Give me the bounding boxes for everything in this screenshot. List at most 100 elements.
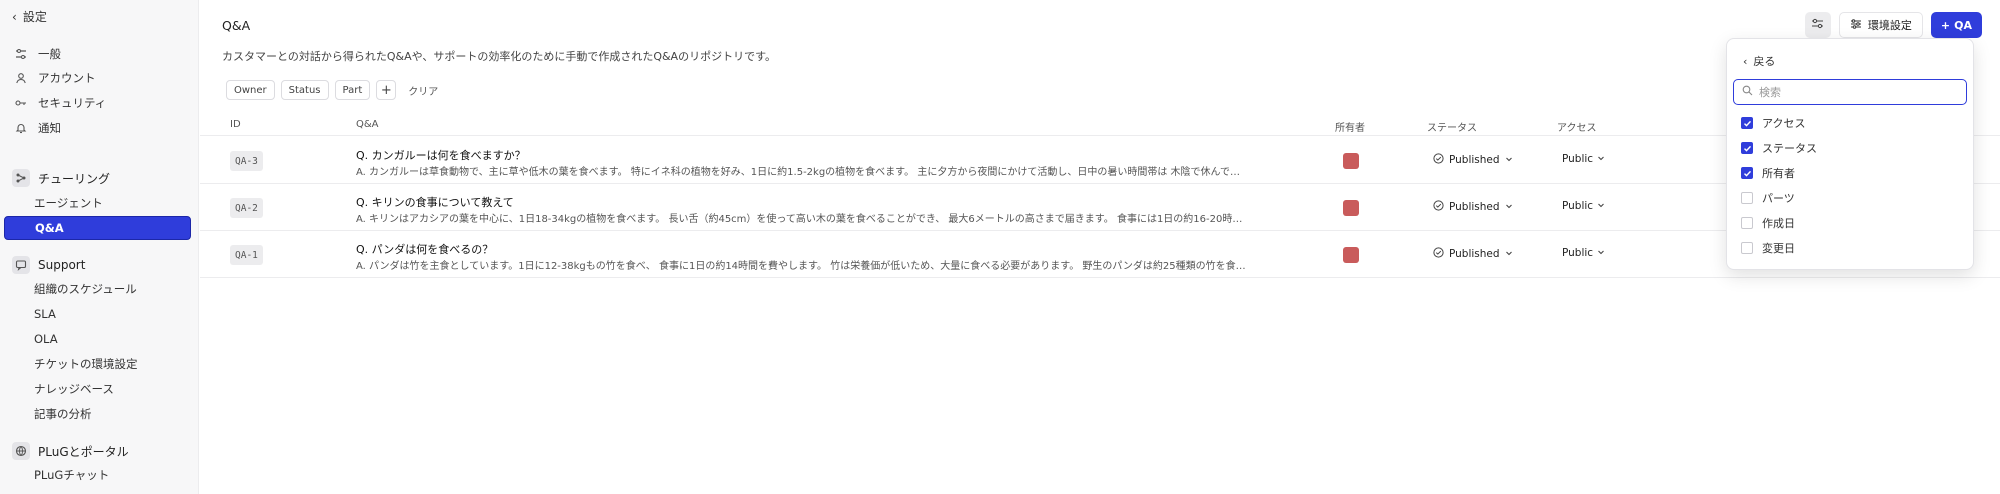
page-title: Q&A (222, 18, 251, 33)
sidebar-item-qa[interactable]: Q&A (4, 216, 191, 240)
sidebar-item-org-schedule[interactable]: 組織のスケジュール (4, 277, 191, 301)
column-header-qa[interactable]: Q&A (356, 119, 379, 130)
search-icon (1742, 85, 1753, 99)
add-filter-button[interactable]: + (376, 80, 397, 100)
key-icon (14, 96, 28, 110)
section-plug: PLuGとポータル (4, 439, 129, 463)
qa-id-badge: QA-2 (230, 198, 263, 218)
column-visibility-dropdown: ‹ 戻る アクセス ステータス 所有者 パーツ 作成日 変更日 (1726, 38, 1974, 270)
sidebar-item-agent[interactable]: エージェント (4, 191, 191, 215)
access-label: Public (1562, 200, 1594, 212)
checkbox-unchecked[interactable] (1741, 192, 1753, 204)
column-option-parts[interactable]: パーツ (1741, 190, 1795, 206)
qa-question[interactable]: Q. カンガルーは何を食べますか？ (356, 147, 526, 163)
sidebar-item-label: 通知 (38, 121, 61, 135)
owner-avatar[interactable] (1343, 153, 1359, 169)
sliders-icon (1850, 18, 1862, 33)
sidebar-item-knowledge-base[interactable]: ナレッジベース (4, 377, 191, 401)
dropdown-back-button[interactable]: ‹ 戻る (1743, 53, 1775, 69)
section-title: Support (38, 258, 86, 272)
preferences-button[interactable]: 環境設定 (1838, 12, 1923, 38)
column-option-access[interactable]: アクセス (1741, 115, 1805, 131)
sidebar-item-ticket-settings[interactable]: チケットの環境設定 (4, 352, 191, 376)
checkbox-unchecked[interactable] (1741, 242, 1753, 254)
sidebar-item-security[interactable]: セキュリティ (4, 91, 191, 115)
column-option-modified-date[interactable]: 変更日 (1741, 240, 1795, 256)
sidebar-item-label: ナレッジベース (34, 382, 114, 396)
sidebar-item-label: アカウント (38, 71, 96, 85)
clear-filters-link[interactable]: クリア (408, 83, 438, 98)
status-label: Published (1449, 154, 1500, 166)
sidebar-item-label: 一般 (38, 47, 61, 61)
sidebar-item-ola[interactable]: OLA (4, 327, 191, 351)
checkbox-checked[interactable] (1741, 142, 1753, 154)
user-icon (14, 71, 28, 85)
qa-question[interactable]: Q. キリンの食事について教えて (356, 194, 514, 210)
sidebar-item-label: チケットの環境設定 (34, 357, 138, 371)
dropdown-search-input[interactable] (1759, 85, 1949, 99)
status-dropdown[interactable]: Published (1433, 153, 1513, 167)
column-header-access[interactable]: アクセス (1557, 119, 1597, 134)
status-label: Published (1449, 248, 1500, 260)
filter-chip-part[interactable]: Part (334, 80, 371, 100)
status-dropdown[interactable]: Published (1433, 247, 1513, 261)
column-header-id[interactable]: ID (230, 119, 241, 130)
sidebar-item-label: 組織のスケジュール (34, 282, 137, 296)
sidebar-item-label: SLA (34, 307, 56, 321)
access-dropdown[interactable]: Public (1562, 200, 1605, 212)
column-option-status[interactable]: ステータス (1741, 140, 1817, 156)
toggle-icon (1811, 17, 1824, 33)
column-option-label: 所有者 (1762, 167, 1795, 180)
sidebar-item-notifications[interactable]: 通知 (4, 116, 191, 140)
column-option-created-date[interactable]: 作成日 (1741, 215, 1795, 231)
column-header-status[interactable]: ステータス (1427, 119, 1477, 134)
bell-icon (14, 121, 28, 135)
filter-chip-owner[interactable]: Owner (226, 80, 275, 100)
access-label: Public (1562, 153, 1594, 165)
chevron-down-icon (1505, 154, 1513, 166)
column-option-label: パーツ (1762, 192, 1795, 205)
section-tuning: チューリング (4, 166, 110, 190)
dropdown-search-box (1733, 79, 1967, 105)
chevron-down-icon (1597, 247, 1605, 259)
column-option-owner[interactable]: 所有者 (1741, 165, 1795, 181)
column-header-owner[interactable]: 所有者 (1335, 119, 1365, 134)
qa-question[interactable]: Q. パンダは何を食べるの？ (356, 241, 493, 257)
sidebar-item-plug-chat[interactable]: PLuGチャット (4, 463, 191, 487)
sliders-icon (14, 47, 28, 61)
column-option-label: 作成日 (1762, 217, 1795, 230)
qa-id-badge: QA-3 (230, 151, 263, 171)
access-dropdown[interactable]: Public (1562, 247, 1605, 259)
sidebar-item-general[interactable]: 一般 (4, 42, 191, 66)
checkbox-checked[interactable] (1741, 117, 1753, 129)
qa-answer: A. カンガルーは草食動物で、主に草や低木の葉を食べます。 特にイネ科の植物を好… (356, 167, 1241, 178)
access-dropdown[interactable]: Public (1562, 153, 1605, 165)
view-options-button[interactable] (1804, 12, 1831, 38)
checkbox-checked[interactable] (1741, 167, 1753, 179)
owner-avatar[interactable] (1343, 200, 1359, 216)
sidebar-item-label: PLuGチャット (34, 468, 110, 482)
chevron-left-icon: ‹ (12, 9, 17, 24)
graph-icon (12, 169, 30, 187)
dropdown-back-label: 戻る (1753, 55, 1776, 68)
checkbox-unchecked[interactable] (1741, 217, 1753, 229)
back-to-settings-link[interactable]: ‹ 設定 (12, 8, 47, 25)
status-dropdown[interactable]: Published (1433, 200, 1513, 214)
filter-chip-status[interactable]: Status (280, 80, 329, 100)
sidebar-item-account[interactable]: アカウント (4, 66, 191, 90)
chat-icon (12, 256, 30, 274)
sidebar-item-sla[interactable]: SLA (4, 302, 191, 326)
check-circle-icon (1433, 200, 1444, 214)
qa-answer: A. キリンはアカシアの葉を中心に、1日18-34kgの植物を食べます。 長い舌… (356, 214, 1243, 225)
owner-avatar[interactable] (1343, 247, 1359, 263)
sidebar-item-article-analytics[interactable]: 記事の分析 (4, 402, 191, 426)
column-option-label: 変更日 (1762, 242, 1795, 255)
status-label: Published (1449, 201, 1500, 213)
column-option-label: アクセス (1762, 117, 1806, 130)
check-circle-icon (1433, 153, 1444, 167)
sidebar-item-label: エージェント (34, 196, 103, 210)
section-title: PLuGとポータル (38, 444, 129, 459)
plus-icon: + (1940, 18, 1951, 32)
section-support: Support (4, 253, 85, 277)
add-qa-button[interactable]: + QA (1930, 12, 1982, 38)
